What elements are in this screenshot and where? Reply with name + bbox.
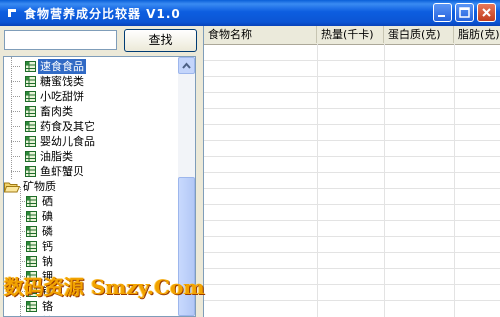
table-icon: [26, 211, 37, 222]
title-bar: 食物营养成分比较器 V1.0: [0, 0, 500, 26]
app-icon: [5, 6, 19, 20]
search-button[interactable]: 查找: [124, 29, 197, 52]
tree-guide-line: [11, 126, 20, 127]
table-icon: [26, 301, 37, 312]
table-row: [204, 252, 500, 253]
table-icon: [25, 121, 36, 132]
table-row: [204, 140, 500, 141]
table-row: [204, 236, 500, 237]
grid-line: [317, 44, 318, 317]
column-header-fat[interactable]: 脂肪(克): [454, 26, 500, 43]
table-row: [204, 188, 500, 189]
table-row: [204, 60, 500, 61]
column-header-food-name[interactable]: 食物名称: [204, 26, 317, 43]
table-row: [204, 76, 500, 77]
chevron-up-icon: [182, 62, 191, 69]
table-icon: [26, 241, 37, 252]
tree-guide-line: [11, 171, 20, 172]
window-title: 食物营养成分比较器 V1.0: [24, 7, 181, 21]
minimize-button[interactable]: [433, 3, 452, 22]
table-row: [204, 220, 500, 221]
table-header: 食物名称 热量(千卡) 蛋白质(克) 脂肪(克): [204, 26, 500, 45]
tree-guide-line: [11, 141, 20, 142]
tree-guide-line: [11, 111, 20, 112]
tree-item[interactable]: 婴幼儿食品: [40, 134, 95, 149]
tree-guide-line: [11, 156, 20, 157]
table-row: [204, 284, 500, 285]
tree-item[interactable]: 磷: [42, 224, 53, 239]
tree-guide-line: [11, 66, 20, 67]
table-icon: [25, 91, 36, 102]
tree-item[interactable]: 小吃甜饼: [40, 89, 84, 104]
tree-item[interactable]: 糖蜜饯类: [40, 74, 84, 89]
tree-item[interactable]: 药食及其它: [40, 119, 95, 134]
tree-item[interactable]: 钙: [42, 239, 53, 254]
table-row: [204, 204, 500, 205]
table-row: [204, 268, 500, 269]
close-icon: [482, 8, 491, 17]
table-icon: [26, 226, 37, 237]
tree-item-selected[interactable]: 速食食品: [38, 59, 86, 74]
table-icon: [25, 61, 36, 72]
column-header-protein[interactable]: 蛋白质(克): [384, 26, 454, 43]
tree-guide-line: [11, 96, 20, 97]
tree-item[interactable]: 铬: [42, 299, 53, 314]
app-window: 食物营养成分比较器 V1.0 查找 速食食品 糖蜜饯类 小吃甜饼 畜肉类 药食及…: [0, 0, 500, 317]
tree-item[interactable]: 畜肉类: [40, 104, 73, 119]
table-icon: [25, 166, 36, 177]
scroll-up-button[interactable]: [178, 57, 195, 74]
tree-item[interactable]: 油脂类: [40, 149, 73, 164]
table-row: [204, 108, 500, 109]
table-icon: [26, 196, 37, 207]
table-row: [204, 300, 500, 301]
grid-line: [384, 44, 385, 317]
search-input[interactable]: [4, 30, 117, 50]
table-icon: [25, 76, 36, 87]
table-row: [204, 92, 500, 93]
table-row: [204, 172, 500, 173]
tree-guide-line: [11, 81, 20, 82]
table-icon: [25, 151, 36, 162]
folder-open-icon: [4, 182, 20, 193]
tree-item[interactable]: 钠: [42, 254, 53, 269]
tree-item[interactable]: 碘: [42, 209, 53, 224]
table-icon: [25, 136, 36, 147]
table-icon: [26, 256, 37, 267]
grid-line: [454, 44, 455, 317]
maximize-button[interactable]: [455, 3, 474, 22]
tree-guide-line: [11, 57, 12, 179]
nutrition-table[interactable]: 食物名称 热量(千卡) 蛋白质(克) 脂肪(克): [203, 26, 500, 317]
table-row: [204, 124, 500, 125]
minimize-icon: [438, 15, 445, 17]
column-header-calories[interactable]: 热量(千卡): [317, 26, 384, 43]
table-row: [204, 156, 500, 157]
close-button[interactable]: [477, 3, 496, 22]
watermark: 数码资源 Smzy.Com: [4, 275, 205, 299]
table-icon: [25, 106, 36, 117]
maximize-icon: [459, 7, 470, 18]
tree-item[interactable]: 硒: [42, 194, 53, 209]
tree-group-minerals[interactable]: 矿物质: [23, 179, 56, 194]
tree-item[interactable]: 鱼虾蟹贝: [40, 164, 84, 179]
